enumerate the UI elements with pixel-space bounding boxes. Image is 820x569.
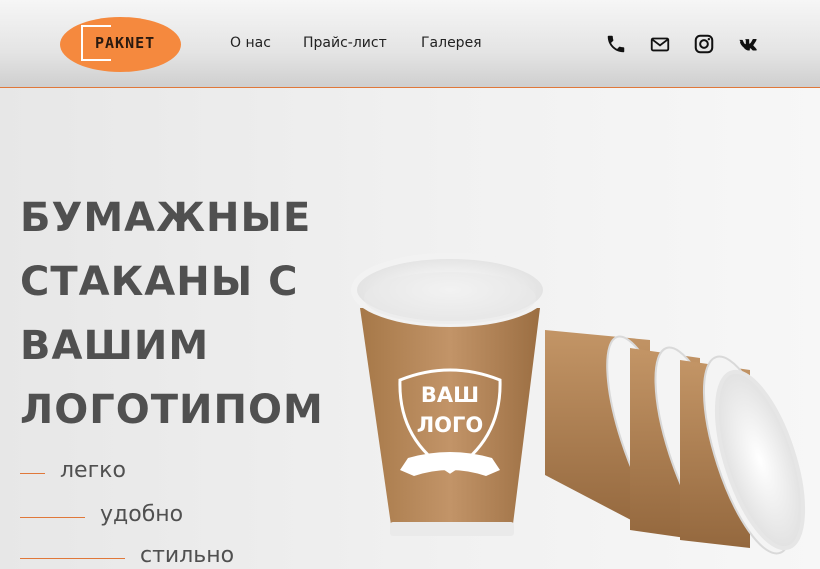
instagram-icon[interactable]: [693, 33, 715, 55]
nav-price-list[interactable]: Прайс-лист: [303, 35, 387, 51]
hero-title-line: логотипом: [20, 387, 324, 433]
paper-cups-image: ВАШ ЛОГО: [330, 240, 820, 569]
mail-icon[interactable]: [649, 33, 671, 55]
site-header: PAKNET О нас Прайс-лист Галерея: [0, 0, 820, 88]
brand-logo[interactable]: PAKNET: [60, 17, 181, 72]
feature-easy: легко: [20, 454, 180, 494]
nav-about[interactable]: О нас: [230, 35, 271, 51]
standing-cup: ВАШ ЛОГО: [351, 253, 549, 536]
feature-label: стильно: [140, 543, 235, 568]
stacked-cups: [545, 330, 806, 555]
hero-title-line: Бумажные: [20, 195, 312, 241]
hero-title: Бумажные стаканы с вашим логотипом: [20, 186, 340, 442]
phone-icon[interactable]: [605, 33, 627, 55]
nav-gallery[interactable]: Галерея: [421, 35, 482, 51]
hero-title-line: вашим: [20, 323, 210, 369]
vk-icon[interactable]: [737, 33, 759, 55]
brand-name: PAKNET: [95, 34, 156, 52]
feature-dash: [20, 473, 45, 474]
feature-label: удобно: [100, 502, 184, 527]
feature-convenient: удобно: [20, 498, 220, 538]
cup-print-line1: ВАШ: [421, 383, 479, 407]
hero-title-line: стаканы с: [20, 259, 299, 305]
feature-stylish: стильно: [20, 539, 260, 569]
cup-print-line2: ЛОГО: [417, 413, 484, 437]
feature-label: легко: [60, 458, 126, 483]
feature-dash: [20, 517, 85, 518]
feature-dash: [20, 558, 125, 559]
